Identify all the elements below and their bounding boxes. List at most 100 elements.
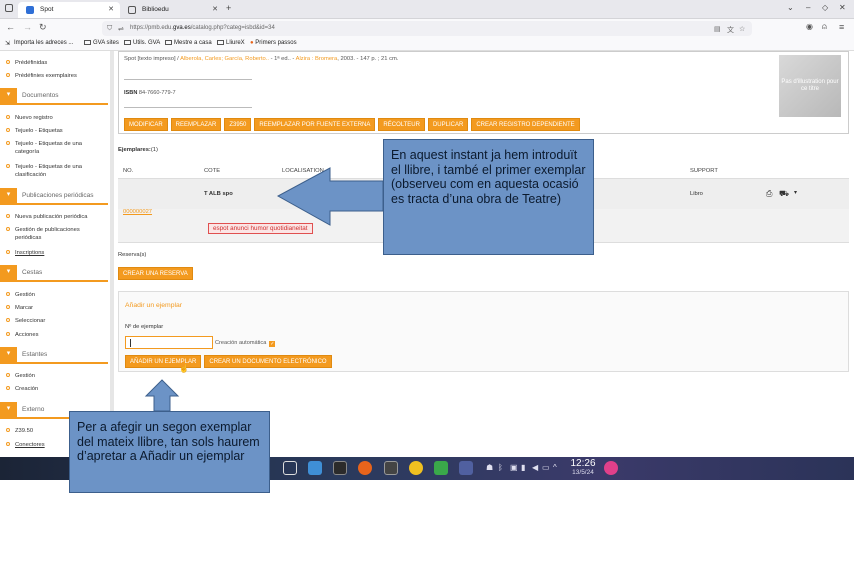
basket-icon[interactable]: ⛟ (779, 189, 789, 199)
calculator-icon[interactable] (384, 461, 398, 475)
site-info-icon[interactable]: ⇌ (118, 25, 124, 33)
folder-icon (217, 40, 224, 45)
collapse-icon[interactable]: ▾ (0, 88, 17, 103)
close-tab-icon[interactable]: ✕ (108, 5, 114, 13)
tab-biblioedu[interactable]: Biblioedu ✕ (120, 2, 224, 18)
translate-icon[interactable]: 文 (727, 25, 734, 35)
menu-icon[interactable]: ≡ (839, 22, 844, 32)
terminal-icon[interactable] (333, 461, 347, 475)
z3950-button[interactable]: Z3950 (224, 118, 252, 131)
sidebar-item-marcar[interactable]: Marcar (6, 304, 102, 312)
new-tab-icon[interactable]: + (226, 3, 231, 13)
sidebar-item-gestion-publicaciones[interactable]: Gestión de publicaciones periódicas (6, 226, 102, 242)
bookmark-folder-mestre-a-casa[interactable]: Mestre a casa (165, 40, 212, 46)
firefox-icon[interactable] (358, 461, 372, 475)
address-bar[interactable]: ⛉ ⇌ https://pmb.edu.gva.es/catalog.php?c… (102, 21, 752, 36)
crear-documento-electronico-button[interactable]: CREAR UN DOCUMENTO ELECTRÓNICO (204, 355, 332, 368)
sidebar-item-acciones[interactable]: Acciones (6, 331, 102, 339)
bullet-icon (6, 318, 10, 322)
sidebar-item-predefinidas[interactable]: Prédéfinidas (6, 59, 102, 67)
display-icon[interactable]: ▭ (542, 463, 550, 472)
sidebar-item-seleccionar[interactable]: Seleccionar (6, 317, 102, 325)
minimize-icon[interactable]: – (806, 3, 810, 12)
collapse-icon[interactable]: ▾ (0, 402, 17, 417)
reemplazar-fuente-externa-button[interactable]: REEMPLAZAR POR FUENTE EXTERNA (254, 118, 376, 131)
sidebar-item-tejuelo-categoria[interactable]: Tejuelo - Etiquetas de una categoría (6, 140, 102, 156)
print-icon[interactable]: ⎙ (766, 189, 772, 199)
collapse-icon[interactable]: ▾ (0, 347, 17, 362)
section-title: Externo (22, 406, 45, 413)
sidebar-item-nuevo-registro[interactable]: Nuevo registro (6, 114, 102, 122)
screenshot-icon[interactable] (459, 461, 473, 475)
sidebar-item-tejuelo[interactable]: Tejuelo - Etiquetas (6, 127, 102, 135)
sidebar-item-estantes-gestion[interactable]: Gestión (6, 372, 102, 380)
bluetooth-icon[interactable]: ᛒ (498, 463, 503, 472)
auto-create-toggle[interactable]: Creación automática ✓ (215, 340, 276, 347)
sidebar-item-inscriptions[interactable]: Inscriptions (6, 249, 102, 257)
sidebar-item-predefinies-exemplaires[interactable]: Prédéfinies exemplaires (6, 72, 102, 80)
section-estantes[interactable]: ▾ Estantes (0, 347, 108, 364)
bullet-icon (6, 115, 10, 119)
show-desktop-icon[interactable] (283, 461, 297, 475)
chevron-up-icon[interactable]: ^ (553, 463, 557, 472)
crear-reserva-button[interactable]: CREAR UNA RESERVA (118, 267, 193, 280)
anadir-ejemplar-button[interactable]: AÑADIR UN EJEMPLAR (125, 355, 202, 368)
collapse-icon[interactable]: ▾ (0, 265, 17, 280)
extensions-icon[interactable]: ⍝ (822, 22, 827, 32)
bookmark-folder-lliurex[interactable]: LliureX (217, 40, 245, 46)
network-icon[interactable]: ☗ (486, 463, 493, 472)
recolteur-button[interactable]: RÉCOLTEUR (378, 118, 425, 131)
section-documentos[interactable]: ▾ Documentos (0, 88, 108, 105)
copy-barcode-link[interactable]: 000000027 (123, 209, 152, 215)
record-publisher-link[interactable]: Alzira : Bromera (296, 56, 338, 62)
image-viewer-icon[interactable] (434, 461, 448, 475)
add-copy-title: Añadir un ejemplar (125, 302, 183, 309)
reload-icon[interactable]: ↻ (39, 22, 47, 33)
settings-icon[interactable] (409, 461, 423, 475)
record-authors-link[interactable]: Alberola, Carles; García, Roberto.. (180, 56, 269, 62)
back-icon[interactable]: ← (6, 22, 15, 32)
reader-view-icon[interactable]: ▤ (714, 25, 721, 33)
sidebar-item-tejuelo-clasificacion[interactable]: Tejuelo - Etiquetas de una clasificación (6, 163, 102, 179)
tab-spot[interactable]: Spot ✕ (18, 2, 120, 18)
sidebar-item-label: Acciones (15, 332, 39, 338)
chevron-down-icon[interactable]: ▾ (794, 189, 797, 196)
pmb-favicon-icon (26, 6, 34, 14)
bookmark-import[interactable]: ⇲ Importa les adreces ... (5, 40, 73, 47)
modificar-button[interactable]: MODIFICAR (124, 118, 168, 131)
section-publicaciones-periodicas[interactable]: ▾ Publicaciones periódicas (0, 188, 108, 205)
tab-list-icon[interactable] (5, 4, 13, 12)
collapse-icon[interactable]: ▾ (0, 188, 17, 203)
bookmark-folder-gva-sites[interactable]: GVA sites (84, 40, 119, 46)
clipboard-icon[interactable]: ▣ (510, 463, 518, 472)
forward-icon[interactable]: → (23, 22, 32, 32)
battery-icon[interactable]: ▮ (521, 463, 525, 472)
file-manager-icon[interactable] (308, 461, 322, 475)
section-title: Estantes (22, 351, 48, 358)
duplicar-button[interactable]: DUPLICAR (427, 118, 469, 131)
sidebar-item-label: Gestión (15, 373, 35, 379)
account-icon[interactable]: ◉ (806, 22, 813, 31)
copy-number-input[interactable] (125, 336, 213, 349)
close-tab-icon[interactable]: ✕ (212, 5, 218, 13)
bookmark-folder-utils-gva[interactable]: Utils. GVA (124, 40, 160, 46)
reemplazar-button[interactable]: REEMPLAZAR (170, 118, 222, 131)
copy-number-label: Nº de ejemplar (125, 324, 164, 330)
sidebar-item-creacion[interactable]: Creación (6, 385, 102, 393)
bookmark-primers-passos[interactable]: ● Primers passos (250, 40, 297, 46)
checkbox-checked-icon[interactable]: ✓ (269, 341, 276, 347)
section-cestas[interactable]: ▾ Cestas (0, 265, 108, 282)
shield-icon[interactable]: ⛉ (107, 25, 112, 33)
volume-icon[interactable]: ◀ (532, 463, 538, 472)
maximize-icon[interactable]: ◇ (822, 3, 828, 12)
bullet-icon (6, 373, 10, 377)
bookmark-star-icon[interactable]: ☆ (739, 25, 745, 33)
system-clock[interactable]: 12:26 13/5/24 (565, 458, 601, 476)
sidebar-item-nueva-publicacion[interactable]: Nueva publicación periódica (6, 213, 102, 221)
close-window-icon[interactable]: ✕ (839, 3, 846, 12)
crear-registro-dependiente-button[interactable]: CREAR REGISTRO DEPENDIENTE (471, 118, 580, 131)
chevron-down-icon[interactable]: ⌄ (787, 3, 794, 12)
user-avatar-icon[interactable] (604, 461, 618, 475)
sidebar-item-cestas-gestion[interactable]: Gestión (6, 291, 102, 299)
section-title: Publicaciones periódicas (22, 192, 94, 199)
